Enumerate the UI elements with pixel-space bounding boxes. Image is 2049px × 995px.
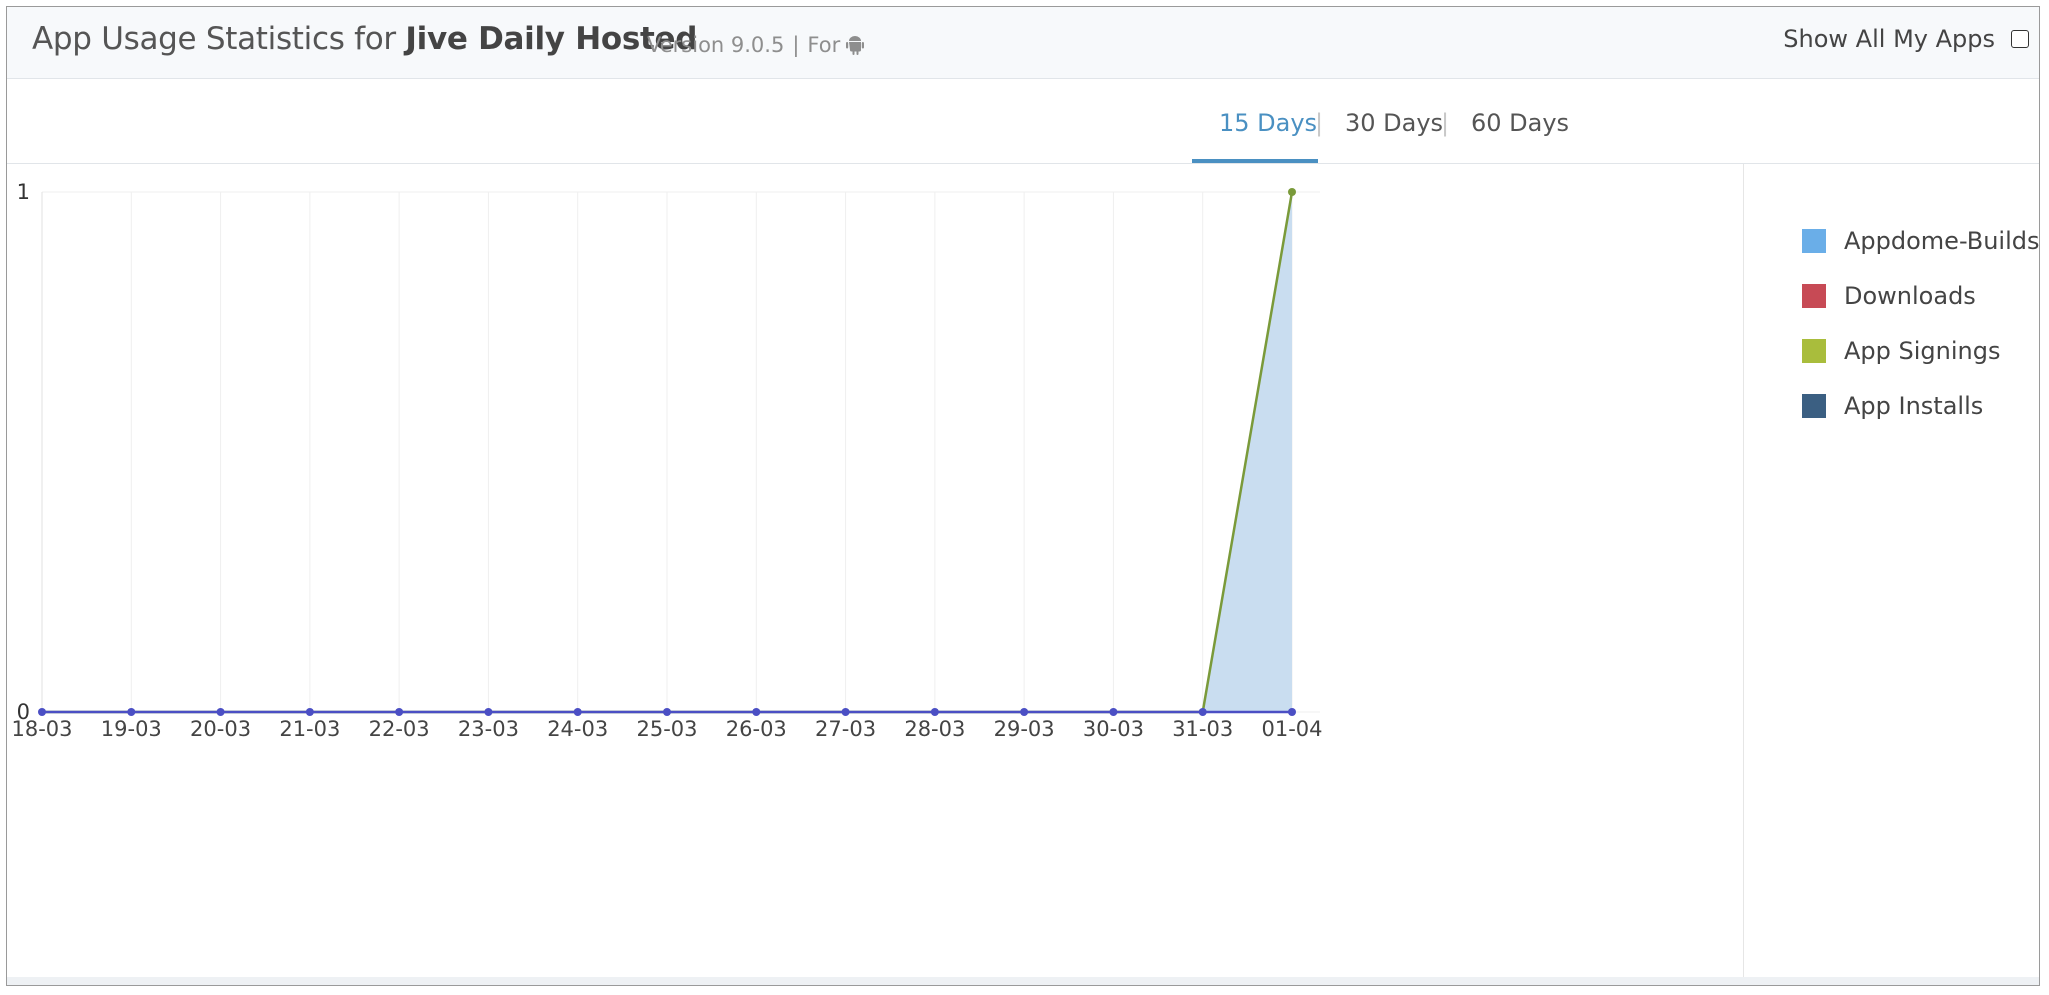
- x-tick-label: 18-03: [11, 717, 72, 741]
- tab-60-days[interactable]: 60 Days: [1471, 109, 1569, 137]
- show-all-apps-toggle[interactable]: Show All My Apps: [1783, 25, 2029, 53]
- chart-area: 0 1 18-03 19-03 20-03 21-03 22-03 23-03 24-03 25-…: [7, 164, 1742, 984]
- data-point-app-installs: [1288, 708, 1296, 716]
- legend-label: App Installs: [1844, 392, 1984, 420]
- data-point-app-signings: [1288, 188, 1296, 196]
- x-tick-label: 22-03: [369, 717, 430, 741]
- legend-swatch: [1802, 284, 1826, 308]
- data-point-app-installs: [395, 708, 404, 716]
- x-tick-label: 31-03: [1172, 717, 1233, 741]
- data-point-app-installs: [484, 708, 493, 716]
- x-tick-label: 26-03: [726, 717, 787, 741]
- x-tick-label: 01-04: [1261, 717, 1322, 741]
- data-point-app-installs: [930, 708, 939, 716]
- panel-header: App Usage Statistics for Jive Daily Host…: [7, 7, 2039, 79]
- show-all-apps-label: Show All My Apps: [1783, 25, 1995, 53]
- data-point-app-installs: [38, 708, 46, 716]
- x-tick-label: 21-03: [279, 717, 340, 741]
- meta-separator: |: [792, 33, 800, 57]
- x-tick-label: 29-03: [994, 717, 1055, 741]
- data-point-app-installs: [841, 708, 850, 716]
- x-tick-label: 27-03: [815, 717, 876, 741]
- legend-item-downloads[interactable]: Downloads: [1802, 282, 1976, 310]
- range-tabs: 15 Days | 30 Days | 60 Days: [7, 79, 2039, 164]
- x-tick-label: 30-03: [1083, 717, 1144, 741]
- legend-item-app-installs[interactable]: App Installs: [1802, 392, 1983, 420]
- x-tick-label: 25-03: [636, 717, 697, 741]
- tab-15-days[interactable]: 15 Days: [1219, 109, 1317, 137]
- x-tick-label: 24-03: [547, 717, 608, 741]
- android-icon: [846, 35, 865, 60]
- version-label: Version 9.0.5: [647, 33, 785, 57]
- legend-label: App Signings: [1844, 337, 2001, 365]
- page-title: App Usage Statistics for Jive Daily Host…: [32, 21, 697, 57]
- legend-item-appdome-builds[interactable]: Appdome-Builds: [1802, 227, 2040, 255]
- title-prefix: App Usage Statistics for: [32, 21, 406, 57]
- data-point-app-installs: [305, 708, 314, 716]
- usage-chart: 0118-03 19-03 20-03 21-03 22-03 23-03 24-03 25-…: [11, 180, 1322, 741]
- data-point-app-installs: [663, 708, 671, 716]
- app-usage-panel: App Usage Statistics for Jive Daily Host…: [6, 6, 2040, 986]
- legend-label: Appdome-Builds: [1844, 227, 2040, 255]
- panel-footer-strip: [7, 977, 2039, 985]
- data-point-app-installs: [216, 708, 225, 716]
- active-tab-indicator: [1192, 159, 1318, 163]
- x-tick-label: 23-03: [458, 717, 519, 741]
- data-point-app-installs: [1198, 708, 1207, 716]
- legend-swatch: [1802, 394, 1826, 418]
- data-point-app-installs: [127, 708, 136, 716]
- tab-separator: |: [1315, 109, 1324, 137]
- legend-item-app-signings[interactable]: App Signings: [1802, 337, 2000, 365]
- data-point-app-installs: [1109, 708, 1118, 716]
- x-tick-label: 28-03: [904, 717, 965, 741]
- tab-separator: |: [1441, 109, 1450, 137]
- tab-30-days[interactable]: 30 Days: [1345, 109, 1443, 137]
- show-all-apps-checkbox[interactable]: [2011, 30, 2029, 48]
- x-tick-label: 19-03: [101, 717, 162, 741]
- version-info: Version 9.0.5 | For: [647, 33, 865, 60]
- y-tick-label: 1: [17, 180, 30, 204]
- for-label: For: [807, 33, 841, 57]
- data-point-app-installs: [573, 708, 582, 716]
- legend-swatch: [1802, 339, 1826, 363]
- legend-swatch: [1802, 229, 1826, 253]
- legend-label: Downloads: [1844, 282, 1976, 310]
- x-tick-label: 20-03: [190, 717, 251, 741]
- chart-legend: Appdome-Builds Downloads App Signings Ap…: [1743, 164, 2040, 984]
- data-point-app-installs: [1020, 708, 1029, 716]
- data-point-app-installs: [752, 708, 761, 716]
